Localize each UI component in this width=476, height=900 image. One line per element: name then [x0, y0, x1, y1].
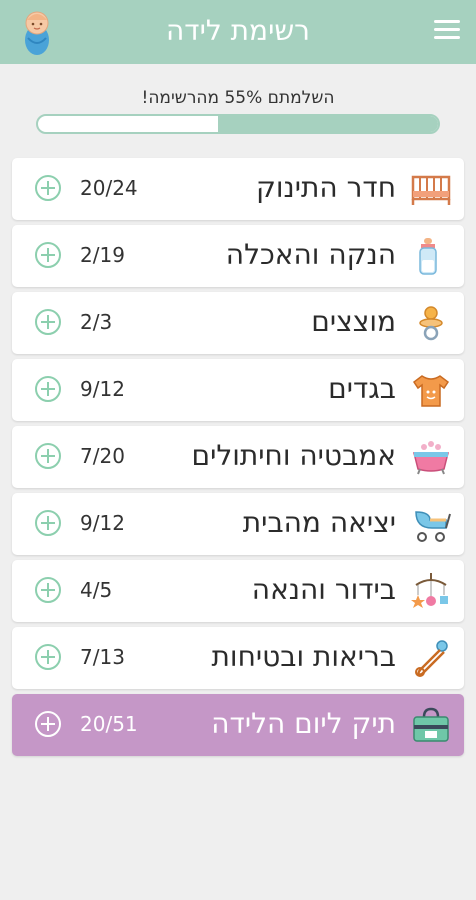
onesie-icon [412, 375, 450, 407]
category-count: 9/12 [80, 511, 125, 535]
category-row[interactable]: בריאות ובטיחות 7/13 [12, 627, 464, 689]
category-count: 7/20 [80, 444, 125, 468]
category-label: בריאות ובטיחות [211, 640, 396, 673]
crib-icon [411, 175, 451, 205]
progress-bar [36, 114, 440, 134]
app-title: רשימת לידה [166, 14, 310, 47]
stroller-icon [415, 511, 451, 542]
category-row[interactable]: תיק ליום הלידה 20/51 [12, 694, 464, 756]
progress-bar-fill [218, 116, 438, 132]
mobile-toy-icon [411, 573, 448, 608]
category-row[interactable]: חדר התינוק 20/24 [12, 158, 464, 220]
category-row[interactable]: בגדים 9/12 [12, 359, 464, 421]
pacifier-icon [419, 306, 443, 341]
add-item-icon[interactable] [35, 175, 61, 201]
add-item-icon[interactable] [35, 510, 61, 536]
add-item-icon[interactable] [35, 443, 61, 469]
category-count: 4/5 [80, 578, 113, 602]
category-count: 2/19 [80, 243, 125, 267]
category-label: בגדים [328, 372, 396, 405]
add-item-icon[interactable] [35, 309, 61, 335]
hospital-bag-icon [413, 707, 449, 742]
category-count: 7/13 [80, 645, 125, 669]
category-label: יציאה מהבית [242, 506, 396, 539]
hamburger-menu-icon[interactable] [434, 20, 460, 42]
category-label: בידור והנאה [251, 573, 396, 606]
app-bar: רשימת לידה [0, 0, 476, 64]
category-row[interactable]: בידור והנאה 4/5 [12, 560, 464, 622]
add-item-icon[interactable] [35, 577, 61, 603]
add-item-icon[interactable] [35, 376, 61, 402]
category-count: 20/51 [80, 712, 138, 736]
category-count: 2/3 [80, 310, 113, 334]
category-row[interactable]: מוצצים 2/3 [12, 292, 464, 354]
add-item-icon[interactable] [35, 242, 61, 268]
bathtub-icon [413, 441, 449, 475]
category-row[interactable]: הנקה והאכלה 2/19 [12, 225, 464, 287]
category-list: חדר התינוק 20/24 הנקה והאכלה 2/19 מוצצים 2/3 ב… [12, 158, 464, 761]
progress-text: השלמתם 55% מהרשימה! [141, 88, 335, 108]
category-count: 9/12 [80, 377, 125, 401]
category-label: תיק ליום הלידה [211, 707, 396, 740]
category-label: חדר התינוק [256, 171, 396, 204]
safety-pin-icon [415, 640, 448, 677]
category-label: מוצצים [311, 305, 396, 338]
category-label: אמבטיה וחיתולים [191, 439, 396, 472]
baby-bottle-icon [419, 238, 437, 275]
category-row[interactable]: אמבטיה וחיתולים 7/20 [12, 426, 464, 488]
add-item-icon[interactable] [35, 644, 61, 670]
category-row[interactable]: יציאה מהבית 9/12 [12, 493, 464, 555]
category-count: 20/24 [80, 176, 138, 200]
category-label: הנקה והאכלה [225, 238, 396, 271]
add-item-icon[interactable] [35, 711, 61, 737]
